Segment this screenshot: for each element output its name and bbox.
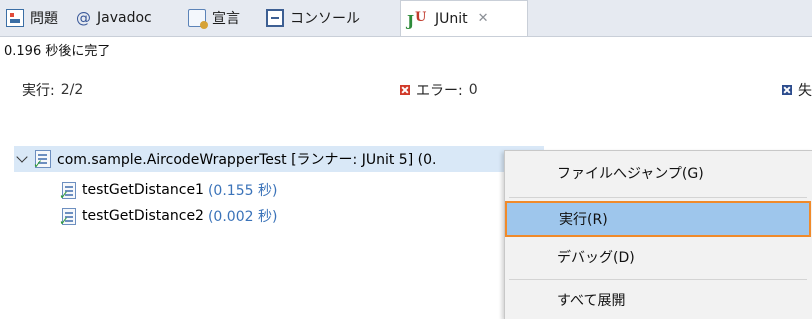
- tree-item-test[interactable]: testGetDistance1 (0.155 秒): [59, 179, 278, 202]
- console-icon: [266, 9, 284, 27]
- tab-declaration[interactable]: 宣言: [188, 0, 240, 36]
- tab-label: 宣言: [212, 11, 240, 27]
- runs-label: 実行:: [22, 83, 55, 99]
- test-time: (0.155 秒): [207, 183, 278, 199]
- menu-item-debug[interactable]: デバッグ(D): [505, 239, 811, 275]
- failures-label: 失: [798, 83, 812, 99]
- tree-item-test-suite[interactable]: com.sample.AircodeWrapperTest [ランナー: JUn…: [14, 146, 544, 172]
- menu-item-expand-all[interactable]: すべて展開: [505, 282, 811, 318]
- tree-item-test[interactable]: testGetDistance2 (0.002 秒): [59, 205, 278, 228]
- test-name: testGetDistance2: [82, 208, 204, 224]
- test-passed-icon: [59, 207, 76, 228]
- menu-separator: [509, 279, 807, 280]
- test-time: (0.002 秒): [207, 209, 278, 225]
- declaration-icon: [188, 9, 208, 29]
- menu-item-run[interactable]: 実行(R): [505, 201, 811, 237]
- tab-label: コンソール: [290, 11, 360, 27]
- tab-junit[interactable]: JU JUnit ✕: [400, 0, 528, 36]
- errors-value: 0: [468, 82, 478, 98]
- elapsed-time-status: 0.196 秒後に完了: [4, 44, 111, 59]
- tab-label: 問題: [30, 11, 58, 27]
- runs-value: 2/2: [60, 82, 84, 98]
- test-passed-icon: [59, 181, 76, 202]
- error-icon: [400, 85, 410, 95]
- menu-item-goto-file[interactable]: ファイルへジャンプ(G): [505, 155, 811, 191]
- tab-javadoc[interactable]: @ Javadoc: [76, 0, 152, 36]
- tab-problems[interactable]: 問題: [6, 0, 58, 36]
- problems-icon: [6, 9, 24, 27]
- tab-label: Javadoc: [97, 10, 152, 26]
- errors-counter: エラー: 0: [400, 80, 478, 100]
- runs-counter: 実行: 2/2: [22, 80, 83, 100]
- at-icon: @: [76, 9, 91, 27]
- context-menu: ファイルへジャンプ(G) 実行(R) デバッグ(D) すべて展開: [504, 150, 812, 319]
- failures-counter: 失: [782, 80, 812, 100]
- test-name: testGetDistance1: [82, 182, 204, 198]
- failure-icon: [782, 85, 792, 95]
- tab-label: JUnit: [435, 10, 468, 27]
- test-suite-passed-icon: [33, 150, 51, 171]
- close-icon[interactable]: ✕: [478, 11, 489, 26]
- errors-label: エラー:: [416, 83, 463, 99]
- test-suite-label: com.sample.AircodeWrapperTest [ランナー: JUn…: [57, 152, 437, 168]
- view-tab-bar: 問題 @ Javadoc 宣言 コンソール JU JUnit ✕: [0, 0, 812, 37]
- chevron-down-icon[interactable]: [16, 151, 28, 163]
- junit-icon: JU: [407, 9, 427, 30]
- menu-separator: [509, 197, 807, 198]
- tab-console[interactable]: コンソール: [266, 0, 360, 36]
